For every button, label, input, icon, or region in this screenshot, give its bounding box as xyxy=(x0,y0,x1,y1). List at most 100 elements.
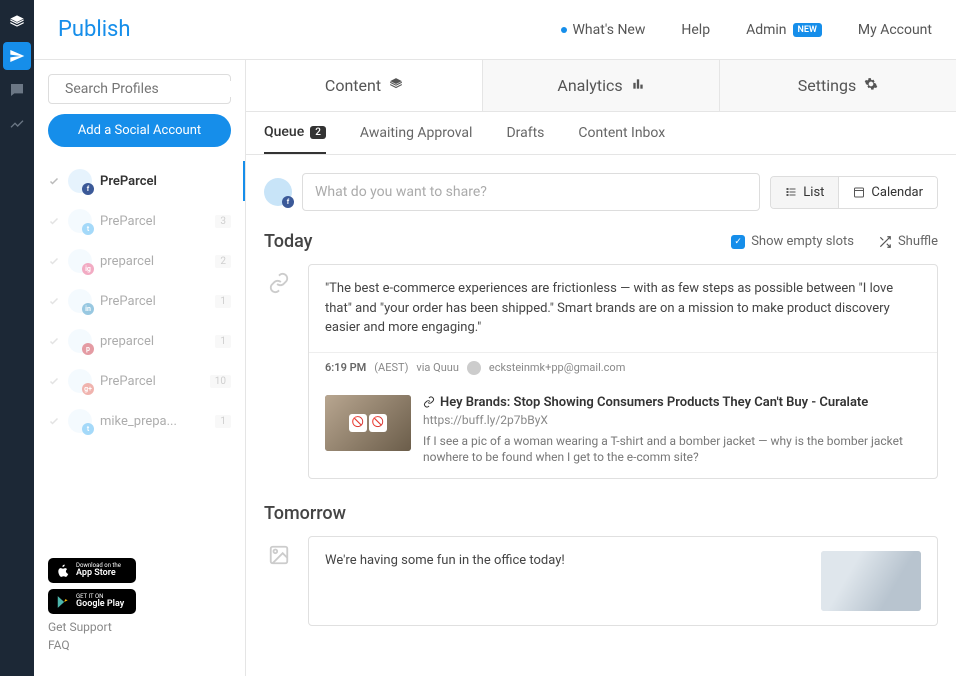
tab-label: Content xyxy=(325,76,381,95)
twitter-icon: t xyxy=(82,423,94,435)
link-icon xyxy=(264,268,294,298)
instagram-icon: ig xyxy=(82,263,94,275)
post-card[interactable]: We're having some fun in the office toda… xyxy=(308,536,938,626)
get-support-link[interactable]: Get Support xyxy=(48,620,231,634)
shuffle-button[interactable]: Shuffle xyxy=(878,234,938,249)
app-store-button[interactable]: Download on theApp Store xyxy=(48,558,136,583)
check-icon xyxy=(48,215,60,227)
profile-count: 1 xyxy=(215,335,231,348)
subtab-drafts[interactable]: Drafts xyxy=(506,124,544,154)
check-icon xyxy=(48,255,60,267)
queue-count-badge: 2 xyxy=(310,126,326,139)
avatar: t xyxy=(68,409,92,433)
content-area: Content Analytics Settings Queue xyxy=(246,60,956,676)
profile-count: 10 xyxy=(210,375,231,388)
profile-list: f PreParcel t PreParcel 3 ig preparcel 2 xyxy=(34,161,245,548)
tab-content[interactable]: Content xyxy=(246,60,482,111)
nav-admin[interactable]: Admin NEW xyxy=(746,22,822,38)
post-time: 6:19 PM xyxy=(325,361,366,374)
link-desc: If I see a pic of a woman wearing a T-sh… xyxy=(423,433,921,467)
post-row: We're having some fun in the office toda… xyxy=(264,536,938,626)
profile-item[interactable]: in PreParcel 1 xyxy=(34,281,245,321)
sidebar-footer: Download on theApp Store GET IT ONGoogle… xyxy=(34,548,245,662)
tab-label: Settings xyxy=(798,76,856,95)
toggle-label: Show empty slots xyxy=(751,234,854,249)
rail-buffer-icon[interactable] xyxy=(3,8,31,36)
dot-icon xyxy=(561,27,567,33)
store-big: Google Play xyxy=(76,600,124,609)
view-label: List xyxy=(803,185,824,200)
primary-tabs: Content Analytics Settings xyxy=(246,60,956,112)
google-play-button[interactable]: GET IT ONGoogle Play xyxy=(48,589,136,614)
list-view-button[interactable]: List xyxy=(771,177,839,208)
avatar: f xyxy=(68,169,92,193)
post-body: We're having some fun in the office toda… xyxy=(309,537,937,625)
calendar-icon xyxy=(853,186,865,198)
link-title: Hey Brands: Stop Showing Consumers Produ… xyxy=(423,395,921,410)
store-big: App Store xyxy=(76,569,121,578)
post-text: "The best e-commerce experiences are fri… xyxy=(309,265,937,352)
profile-count: 3 xyxy=(215,215,231,228)
tab-analytics[interactable]: Analytics xyxy=(482,60,719,111)
bar-chart-icon xyxy=(631,76,645,95)
brand-title: Publish xyxy=(58,17,131,42)
show-empty-slots-toggle[interactable]: ✓ Show empty slots xyxy=(731,234,854,249)
post-author: ecksteinmk+pp@gmail.com xyxy=(489,361,625,374)
profile-count: 2 xyxy=(215,255,231,268)
pinterest-icon: p xyxy=(82,343,94,355)
tab-label: Analytics xyxy=(557,76,622,95)
post-tz: (AEST) xyxy=(374,361,408,374)
check-icon xyxy=(48,415,60,427)
image-icon xyxy=(264,540,294,570)
nav-label: What's New xyxy=(573,22,646,38)
profile-count: 1 xyxy=(215,295,231,308)
profile-item[interactable]: t mike_prepa... 1 xyxy=(34,401,245,441)
apple-icon xyxy=(56,564,70,578)
post-row: "The best e-commerce experiences are fri… xyxy=(264,264,938,479)
avatar: in xyxy=(68,289,92,313)
post-card[interactable]: "The best e-commerce experiences are fri… xyxy=(308,264,938,479)
rail-publish-icon[interactable] xyxy=(3,42,31,70)
post-via: via Quuu xyxy=(416,361,458,374)
rail-analyze-icon[interactable] xyxy=(3,110,31,138)
profile-name: mike_prepa... xyxy=(100,414,207,429)
profile-name: preparcel xyxy=(100,254,207,269)
play-icon xyxy=(56,595,70,609)
nav-whats-new[interactable]: What's New xyxy=(561,22,646,38)
profile-item[interactable]: p preparcel 1 xyxy=(34,321,245,361)
profile-item[interactable]: g+ PreParcel 10 xyxy=(34,361,245,401)
shuffle-label: Shuffle xyxy=(898,234,938,249)
nav-my-account[interactable]: My Account xyxy=(858,22,932,38)
avatar: t xyxy=(68,209,92,233)
subtab-queue[interactable]: Queue 2 xyxy=(264,124,326,154)
layers-icon xyxy=(389,76,403,95)
view-toggle: List Calendar xyxy=(770,176,938,209)
profile-item[interactable]: ig preparcel 2 xyxy=(34,241,245,281)
profile-count: 1 xyxy=(215,415,231,428)
avatar: ig xyxy=(68,249,92,273)
sidebar: Add a Social Account f PreParcel t PrePa… xyxy=(34,60,246,676)
nav-label: Admin xyxy=(746,22,786,38)
composer-input[interactable]: What do you want to share? xyxy=(302,173,760,211)
search-input[interactable] xyxy=(65,81,243,97)
user-icon xyxy=(467,361,481,375)
profile-item[interactable]: f PreParcel xyxy=(34,161,245,201)
search-profiles[interactable] xyxy=(48,74,231,104)
check-icon xyxy=(48,175,60,187)
calendar-view-button[interactable]: Calendar xyxy=(839,177,937,208)
view-label: Calendar xyxy=(871,185,923,200)
nav-help[interactable]: Help xyxy=(681,22,710,38)
rail-reply-icon[interactable] xyxy=(3,76,31,104)
new-badge: NEW xyxy=(793,23,822,37)
section-title: Tomorrow xyxy=(264,503,346,524)
facebook-icon: f xyxy=(82,183,94,195)
twitter-icon: t xyxy=(82,223,94,235)
subtab-content-inbox[interactable]: Content Inbox xyxy=(578,124,665,154)
add-social-account-button[interactable]: Add a Social Account xyxy=(48,114,231,147)
faq-link[interactable]: FAQ xyxy=(48,638,231,652)
subtab-awaiting-approval[interactable]: Awaiting Approval xyxy=(360,124,473,154)
subtab-label: Queue xyxy=(264,124,304,140)
tab-settings[interactable]: Settings xyxy=(719,60,956,111)
profile-item[interactable]: t PreParcel 3 xyxy=(34,201,245,241)
profile-name: PreParcel xyxy=(100,294,207,309)
